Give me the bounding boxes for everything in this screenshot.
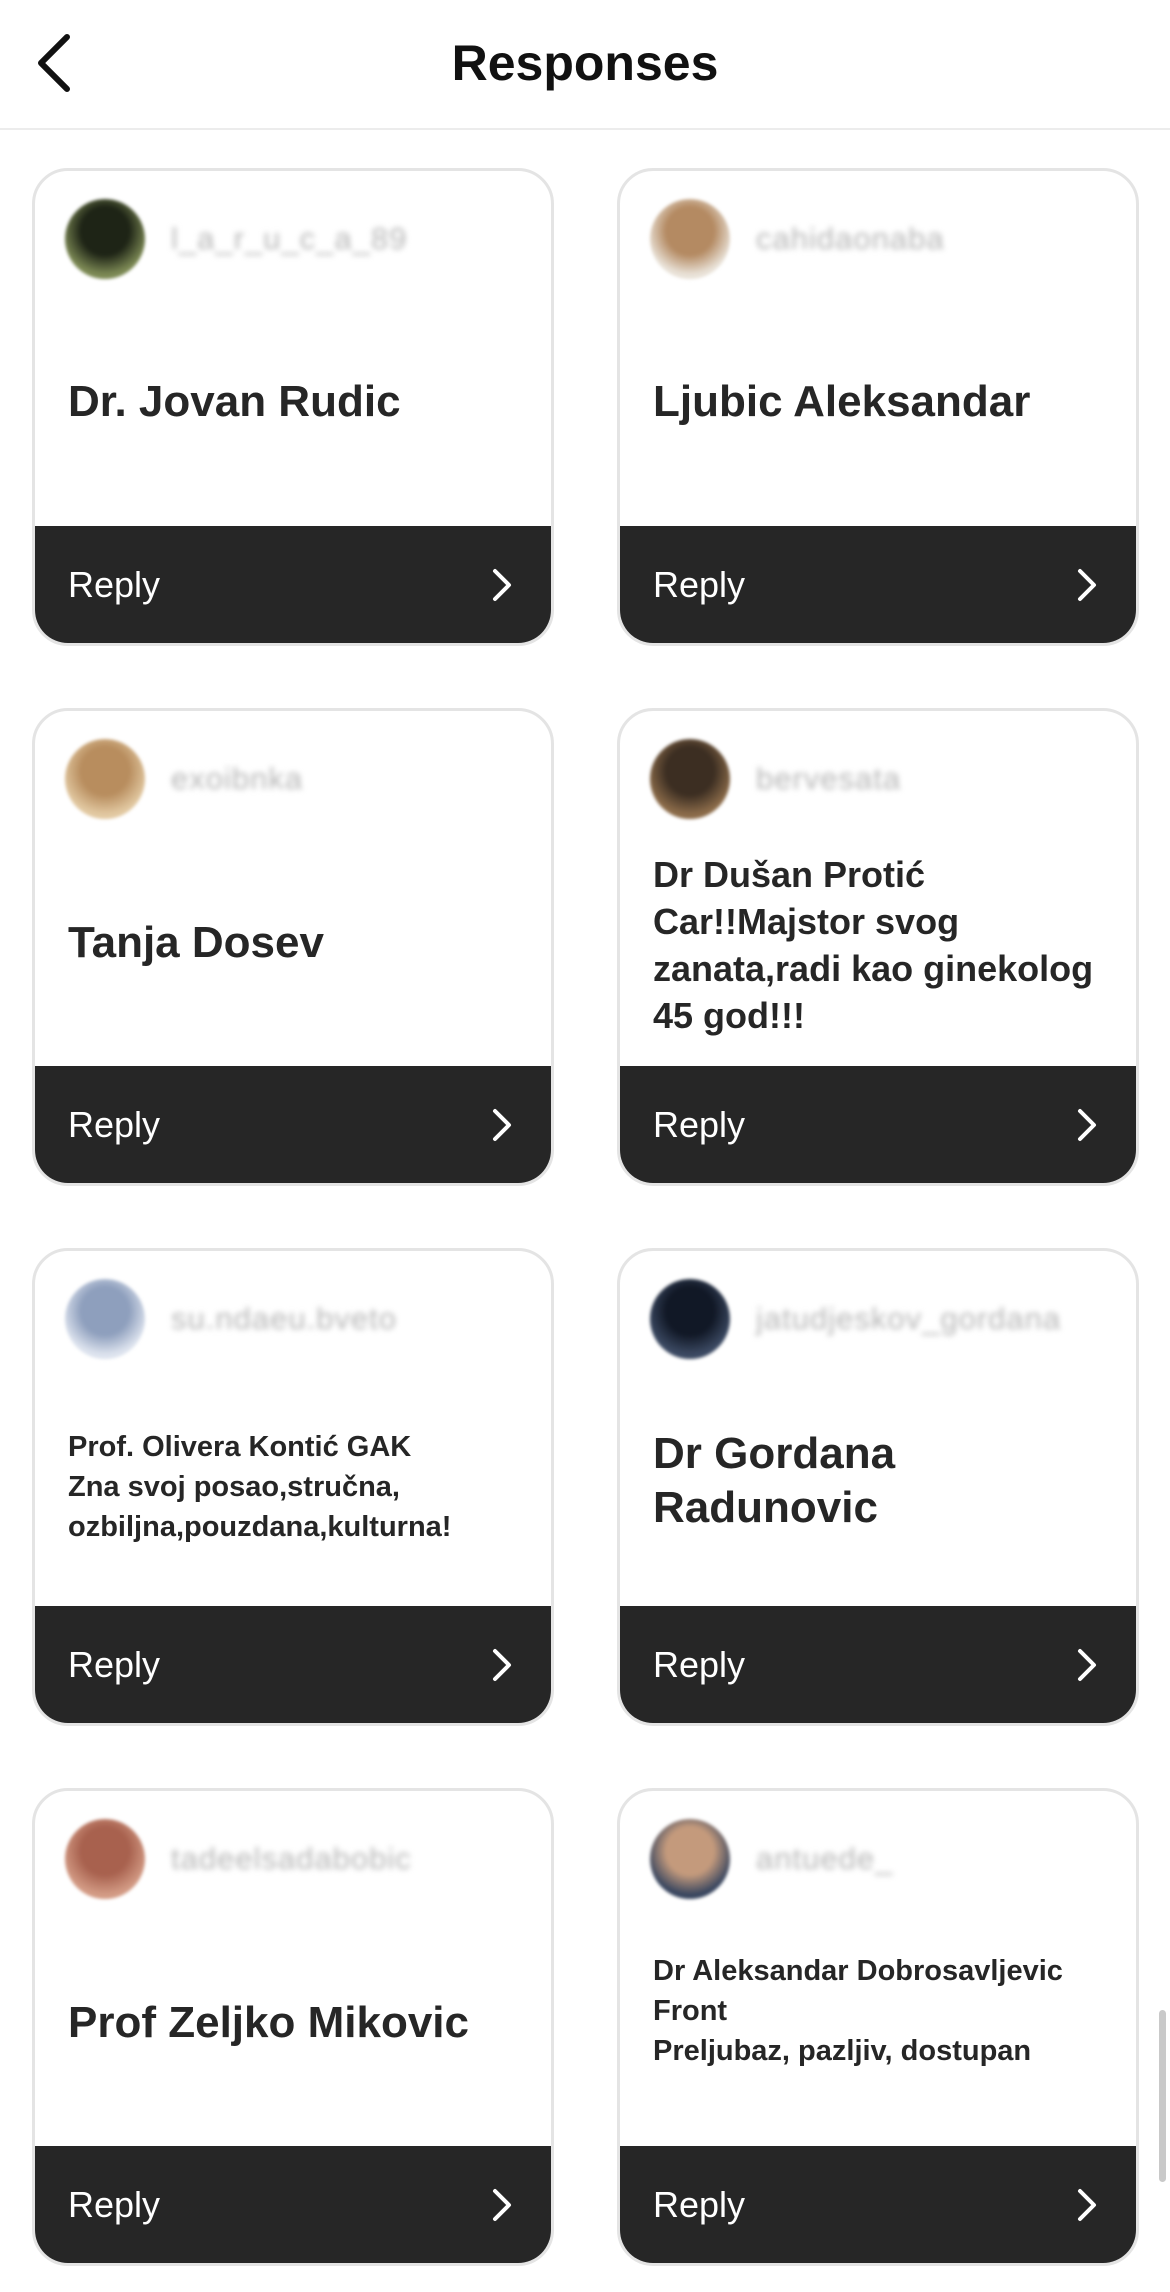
response-text: Dr Aleksandar Dobrosavljevic Front Prelj… xyxy=(653,1955,1063,2067)
avatar[interactable] xyxy=(65,1279,145,1359)
response-card: bervesata Dr Dušan Protić Car!!Majstor s… xyxy=(617,708,1139,1186)
reply-label: Reply xyxy=(653,1643,746,1685)
reply-label: Reply xyxy=(68,2183,161,2225)
response-content: bervesata Dr Dušan Protić Car!!Majstor s… xyxy=(620,711,1136,1075)
username[interactable]: bervesata xyxy=(756,761,901,797)
chevron-right-icon xyxy=(487,1645,517,1685)
response-content: su.ndaeu.bveto Prof. Olivera Kontić GAK … xyxy=(35,1251,551,1615)
avatar[interactable] xyxy=(65,1819,145,1899)
response-content: antuede_ Dr Aleksandar Dobrosavljevic Fr… xyxy=(620,1791,1136,2155)
response-card: su.ndaeu.bveto Prof. Olivera Kontić GAK … xyxy=(32,1248,554,1726)
response-content: tadeelsadabobic Prof Zeljko Mikovic xyxy=(35,1791,551,2155)
response-text: Dr Dušan Protić Car!!Majstor svog zanata… xyxy=(653,854,1094,1036)
avatar[interactable] xyxy=(650,199,730,279)
username[interactable]: exoibnka xyxy=(171,761,303,797)
response-text: Prof Zeljko Mikovic xyxy=(68,1998,469,2047)
response-card: antuede_ Dr Aleksandar Dobrosavljevic Fr… xyxy=(617,1788,1139,2266)
username[interactable]: l_a_r_u_c_a_89 xyxy=(171,221,407,257)
header: Responses xyxy=(0,0,1170,130)
reply-label: Reply xyxy=(68,563,161,605)
chevron-right-icon xyxy=(1072,1645,1102,1685)
reply-label: Reply xyxy=(68,1103,161,1145)
response-content: jatudjeskov_gordana Dr Gordana Radunovic xyxy=(620,1251,1136,1615)
chevron-right-icon xyxy=(1072,1105,1102,1145)
response-content: cahidaonaba Ljubic Aleksandar xyxy=(620,171,1136,535)
page-title: Responses xyxy=(451,35,719,91)
chevron-right-icon xyxy=(487,1105,517,1145)
username[interactable]: jatudjeskov_gordana xyxy=(756,1301,1061,1337)
responses-grid: l_a_r_u_c_a_89 Dr. Jovan Rudic Reply cah… xyxy=(32,168,1139,2266)
username[interactable]: su.ndaeu.bveto xyxy=(171,1301,397,1337)
response-text: Dr. Jovan Rudic xyxy=(68,377,401,426)
reply-label: Reply xyxy=(68,1643,161,1685)
response-content: exoibnka Tanja Dosev xyxy=(35,711,551,1075)
reply-button[interactable]: Reply xyxy=(620,526,1136,643)
response-card: l_a_r_u_c_a_89 Dr. Jovan Rudic Reply xyxy=(32,168,554,646)
avatar[interactable] xyxy=(65,199,145,279)
avatar[interactable] xyxy=(650,1819,730,1899)
response-text: Dr Gordana Radunovic xyxy=(653,1429,896,1532)
chevron-right-icon xyxy=(1072,2185,1102,2225)
reply-button[interactable]: Reply xyxy=(35,526,551,643)
username[interactable]: antuede_ xyxy=(756,1841,893,1877)
response-text: Tanja Dosev xyxy=(68,918,324,967)
avatar[interactable] xyxy=(650,739,730,819)
chevron-right-icon xyxy=(1072,565,1102,605)
reply-button[interactable]: Reply xyxy=(620,1606,1136,1723)
response-content: l_a_r_u_c_a_89 Dr. Jovan Rudic xyxy=(35,171,551,535)
scrollbar[interactable] xyxy=(1159,2010,1166,2182)
username[interactable]: tadeelsadabobic xyxy=(171,1841,412,1877)
chevron-right-icon xyxy=(487,2185,517,2225)
reply-label: Reply xyxy=(653,1103,746,1145)
reply-label: Reply xyxy=(653,563,746,605)
response-text: Ljubic Aleksandar xyxy=(653,377,1031,426)
chevron-right-icon xyxy=(487,565,517,605)
avatar[interactable] xyxy=(650,1279,730,1359)
username[interactable]: cahidaonaba xyxy=(756,221,945,257)
response-card: cahidaonaba Ljubic Aleksandar Reply xyxy=(617,168,1139,646)
response-card: exoibnka Tanja Dosev Reply xyxy=(32,708,554,1186)
reply-label: Reply xyxy=(653,2183,746,2225)
response-card: tadeelsadabobic Prof Zeljko Mikovic Repl… xyxy=(32,1788,554,2266)
response-text: Prof. Olivera Kontić GAK Zna svoj posao,… xyxy=(68,1431,452,1543)
reply-button[interactable]: Reply xyxy=(35,2146,551,2263)
reply-button[interactable]: Reply xyxy=(620,1066,1136,1183)
response-card: jatudjeskov_gordana Dr Gordana Radunovic… xyxy=(617,1248,1139,1726)
reply-button[interactable]: Reply xyxy=(35,1066,551,1183)
avatar[interactable] xyxy=(65,739,145,819)
reply-button[interactable]: Reply xyxy=(35,1606,551,1723)
reply-button[interactable]: Reply xyxy=(620,2146,1136,2263)
